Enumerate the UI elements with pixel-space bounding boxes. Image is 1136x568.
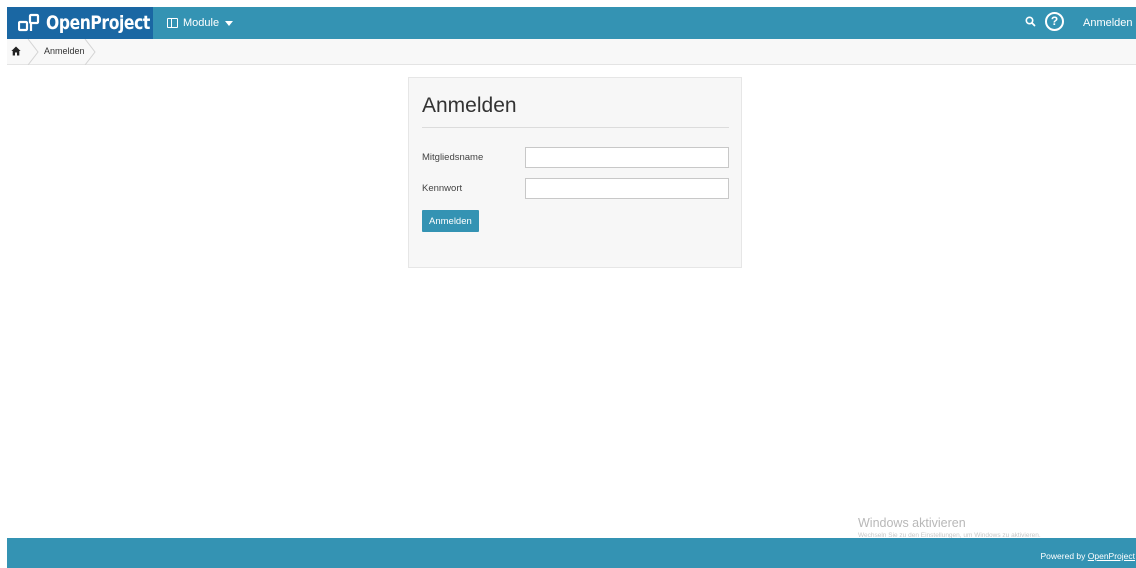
search-icon[interactable] (1022, 13, 1040, 31)
help-icon[interactable]: ? (1045, 12, 1064, 31)
chevron-down-icon (225, 20, 234, 26)
module-menu-button[interactable]: Module (167, 7, 234, 39)
module-menu-label: Module (183, 17, 220, 29)
title-divider (422, 127, 729, 128)
breadcrumb: Anmelden (7, 39, 1136, 65)
breadcrumb-separator (27, 39, 39, 65)
logo[interactable]: OpenProject (7, 7, 153, 39)
top-menu-bar: OpenProject Module ? Anmelden (7, 7, 1136, 39)
breadcrumb-separator (84, 39, 96, 65)
login-menu-label: Anmelden (1083, 17, 1133, 29)
home-icon[interactable] (11, 46, 21, 56)
footer: Powered by OpenProject (7, 538, 1136, 568)
brand-name: OpenProject (46, 12, 150, 34)
page-margin (0, 0, 7, 568)
username-field[interactable] (525, 147, 729, 168)
password-field[interactable] (525, 178, 729, 199)
login-menu-button[interactable]: Anmelden (1083, 7, 1136, 39)
password-label: Kennwort (422, 183, 463, 194)
page-title: Anmelden (422, 94, 517, 117)
login-form: Anmelden Mitgliedsname Kennwort Anmelden (408, 77, 742, 268)
modules-icon (167, 18, 178, 28)
windows-activation-title: Windows aktivieren (858, 516, 966, 530)
username-label: Mitgliedsname (422, 152, 484, 163)
openproject-link[interactable]: OpenProject (1088, 551, 1135, 561)
login-button[interactable]: Anmelden (422, 210, 479, 232)
powered-by-prefix: Powered by (1040, 551, 1088, 561)
breadcrumb-current[interactable]: Anmelden (44, 39, 85, 64)
powered-by-text: Powered by OpenProject (1041, 551, 1136, 561)
openproject-logo-icon (18, 13, 40, 32)
